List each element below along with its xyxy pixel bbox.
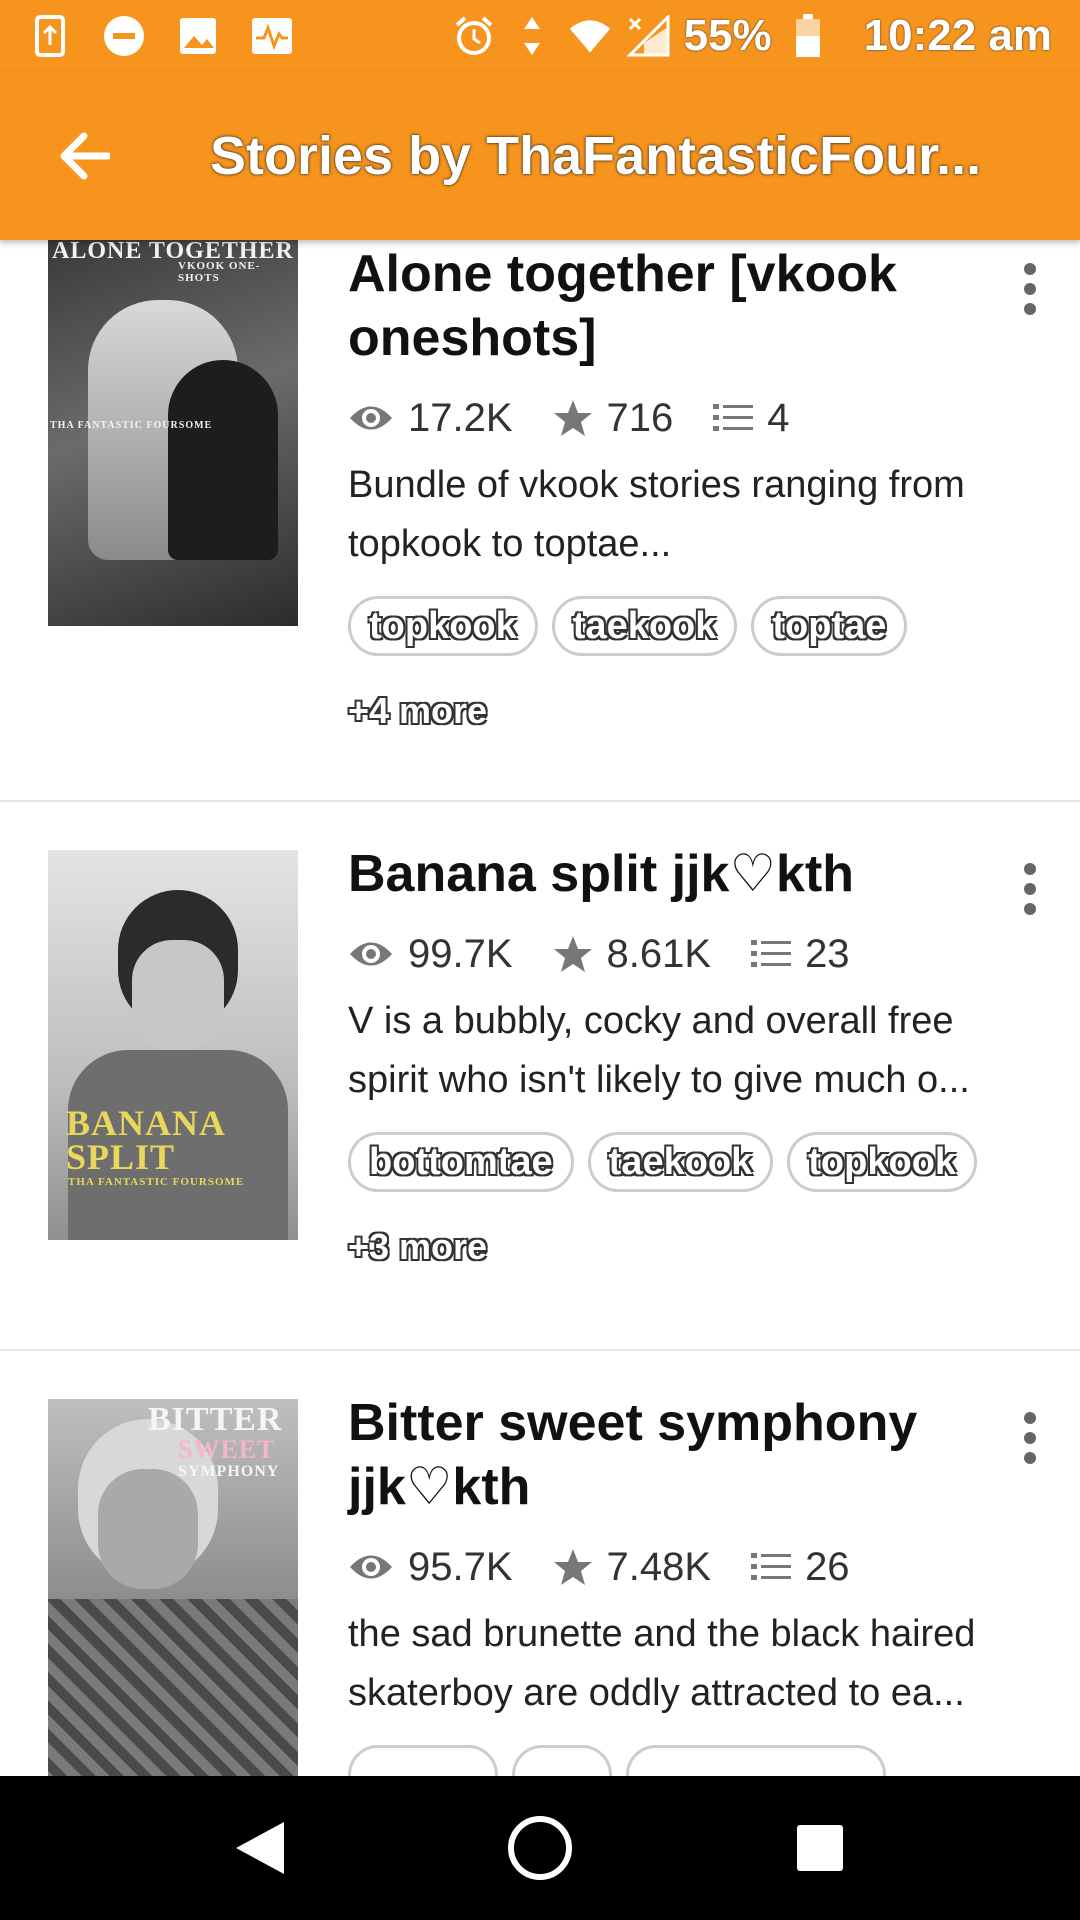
tag-chip[interactable]: topkook bbox=[348, 596, 538, 656]
reads-count: 99.7K bbox=[408, 931, 513, 976]
cover-author: THA FANTASTIC FOURSOME bbox=[68, 1176, 245, 1188]
page-title: Stories by ThaFantasticFour... bbox=[210, 126, 982, 186]
story-stats: 99.7K 8.61K 23 bbox=[348, 924, 1008, 984]
tag-list: topkook taekook toptae bbox=[348, 596, 1008, 656]
story-description: V is a bubbly, cocky and overall free sp… bbox=[348, 1000, 970, 1101]
data-transfer-icon bbox=[510, 14, 554, 58]
screenshot-notification-icon bbox=[28, 14, 72, 58]
system-navigation-bar bbox=[0, 1776, 1080, 1920]
triangle-back-icon bbox=[236, 1822, 284, 1874]
battery-percentage: 55% bbox=[683, 11, 772, 60]
more-tags-link[interactable]: +3 more bbox=[348, 1226, 1008, 1268]
tag-chip[interactable] bbox=[626, 1745, 886, 1776]
activity-icon bbox=[250, 14, 294, 58]
star-icon bbox=[553, 400, 592, 436]
story-overflow-menu-button[interactable] bbox=[1010, 254, 1050, 324]
tag-chip[interactable]: taekook bbox=[587, 1132, 774, 1192]
story-item[interactable]: ALONE TOGETHER VKOOK ONE-SHOTS THA FANTA… bbox=[0, 240, 1080, 802]
battery-icon bbox=[786, 14, 830, 58]
reads-stat: 17.2K bbox=[348, 396, 513, 441]
list-icon bbox=[751, 1553, 792, 1580]
story-title[interactable]: Bitter sweet symphony jjk♡kth bbox=[348, 1391, 1008, 1519]
tag-chip[interactable]: bottomtae bbox=[348, 1132, 574, 1192]
clock: 10:22 am bbox=[863, 11, 1052, 60]
votes-count: 716 bbox=[606, 395, 674, 440]
story-title[interactable]: Alone together [vkook oneshots] bbox=[348, 242, 1008, 370]
image-icon bbox=[176, 14, 220, 58]
tag-list bbox=[348, 1745, 1008, 1776]
cover-title: BITTER bbox=[148, 1401, 283, 1438]
wifi-icon bbox=[568, 14, 612, 58]
tag-list: bottomtae taekook topkook bbox=[348, 1132, 1008, 1192]
nav-back-button[interactable] bbox=[210, 1798, 310, 1898]
tag-chip[interactable]: taekook bbox=[551, 596, 738, 656]
nav-recents-button[interactable] bbox=[770, 1798, 870, 1898]
reads-count: 17.2K bbox=[408, 395, 513, 440]
story-stats: 17.2K 716 4 bbox=[348, 388, 1008, 448]
signal-icon bbox=[625, 14, 670, 58]
story-overflow-menu-button[interactable] bbox=[1010, 1403, 1050, 1473]
square-recents-icon bbox=[797, 1825, 843, 1871]
eye-icon bbox=[350, 406, 392, 430]
more-tags-link[interactable]: +4 more bbox=[348, 690, 1008, 732]
votes-stat: 7.48K bbox=[553, 1544, 712, 1590]
eye-icon bbox=[350, 1555, 392, 1579]
story-overflow-menu-button[interactable] bbox=[1010, 854, 1050, 924]
parts-count: 4 bbox=[767, 395, 790, 440]
tag-chip[interactable] bbox=[512, 1745, 612, 1776]
cover-subtitle: SYMPHONY bbox=[178, 1463, 280, 1480]
story-description: Bundle of vkook stories ranging from top… bbox=[348, 464, 965, 565]
story-title[interactable]: Banana split jjk♡kth bbox=[348, 842, 1008, 906]
circle-home-icon bbox=[508, 1816, 572, 1880]
back-button[interactable] bbox=[34, 106, 134, 206]
cover-author: THA FANTASTIC FOURSOME bbox=[50, 420, 213, 431]
story-item[interactable]: BANANA SPLIT THA FANTASTIC FOURSOME Bana… bbox=[0, 802, 1080, 1351]
reads-stat: 95.7K bbox=[348, 1545, 513, 1590]
reads-count: 95.7K bbox=[408, 1544, 513, 1589]
arrow-left-icon bbox=[60, 132, 110, 180]
list-icon bbox=[713, 404, 754, 431]
eye-icon bbox=[350, 942, 392, 966]
votes-count: 7.48K bbox=[606, 1544, 712, 1589]
votes-count: 8.61K bbox=[606, 931, 712, 976]
story-description: the sad brunette and the black haired sk… bbox=[348, 1613, 976, 1714]
nav-home-button[interactable] bbox=[490, 1798, 590, 1898]
list-icon bbox=[751, 940, 792, 967]
story-cover: BANANA SPLIT THA FANTASTIC FOURSOME bbox=[48, 850, 298, 1240]
tag-chip[interactable] bbox=[348, 1745, 498, 1776]
do-not-disturb-icon bbox=[102, 14, 146, 58]
cover-subtitle: VKOOK ONE-SHOTS bbox=[178, 260, 261, 284]
status-bar: 55% 10:22 am bbox=[0, 0, 1080, 72]
story-stats: 95.7K 7.48K 26 bbox=[348, 1537, 1008, 1597]
cover-subtitle: SWEET bbox=[178, 1435, 276, 1464]
votes-stat: 8.61K bbox=[553, 931, 712, 977]
parts-stat: 4 bbox=[713, 395, 790, 441]
parts-count: 23 bbox=[805, 931, 850, 976]
app-bar: Stories by ThaFantasticFour... bbox=[0, 72, 1080, 240]
star-icon bbox=[553, 1549, 592, 1585]
tag-chip[interactable]: toptae bbox=[751, 596, 908, 656]
parts-stat: 26 bbox=[751, 1545, 850, 1590]
story-cover: ALONE TOGETHER VKOOK ONE-SHOTS THA FANTA… bbox=[48, 240, 298, 626]
story-list: ALONE TOGETHER VKOOK ONE-SHOTS THA FANTA… bbox=[0, 240, 1080, 1776]
parts-stat: 23 bbox=[751, 932, 850, 977]
story-item[interactable]: BITTER SWEET SYMPHONY Bitter sweet symph… bbox=[0, 1351, 1080, 1776]
alarm-icon bbox=[452, 14, 496, 58]
star-icon bbox=[553, 936, 592, 972]
story-cover: BITTER SWEET SYMPHONY bbox=[48, 1399, 298, 1776]
parts-count: 26 bbox=[805, 1544, 850, 1589]
cover-title: BANANA SPLIT bbox=[66, 1103, 225, 1177]
votes-stat: 716 bbox=[553, 395, 674, 441]
reads-stat: 99.7K bbox=[348, 932, 513, 977]
tag-chip[interactable]: topkook bbox=[787, 1132, 978, 1192]
